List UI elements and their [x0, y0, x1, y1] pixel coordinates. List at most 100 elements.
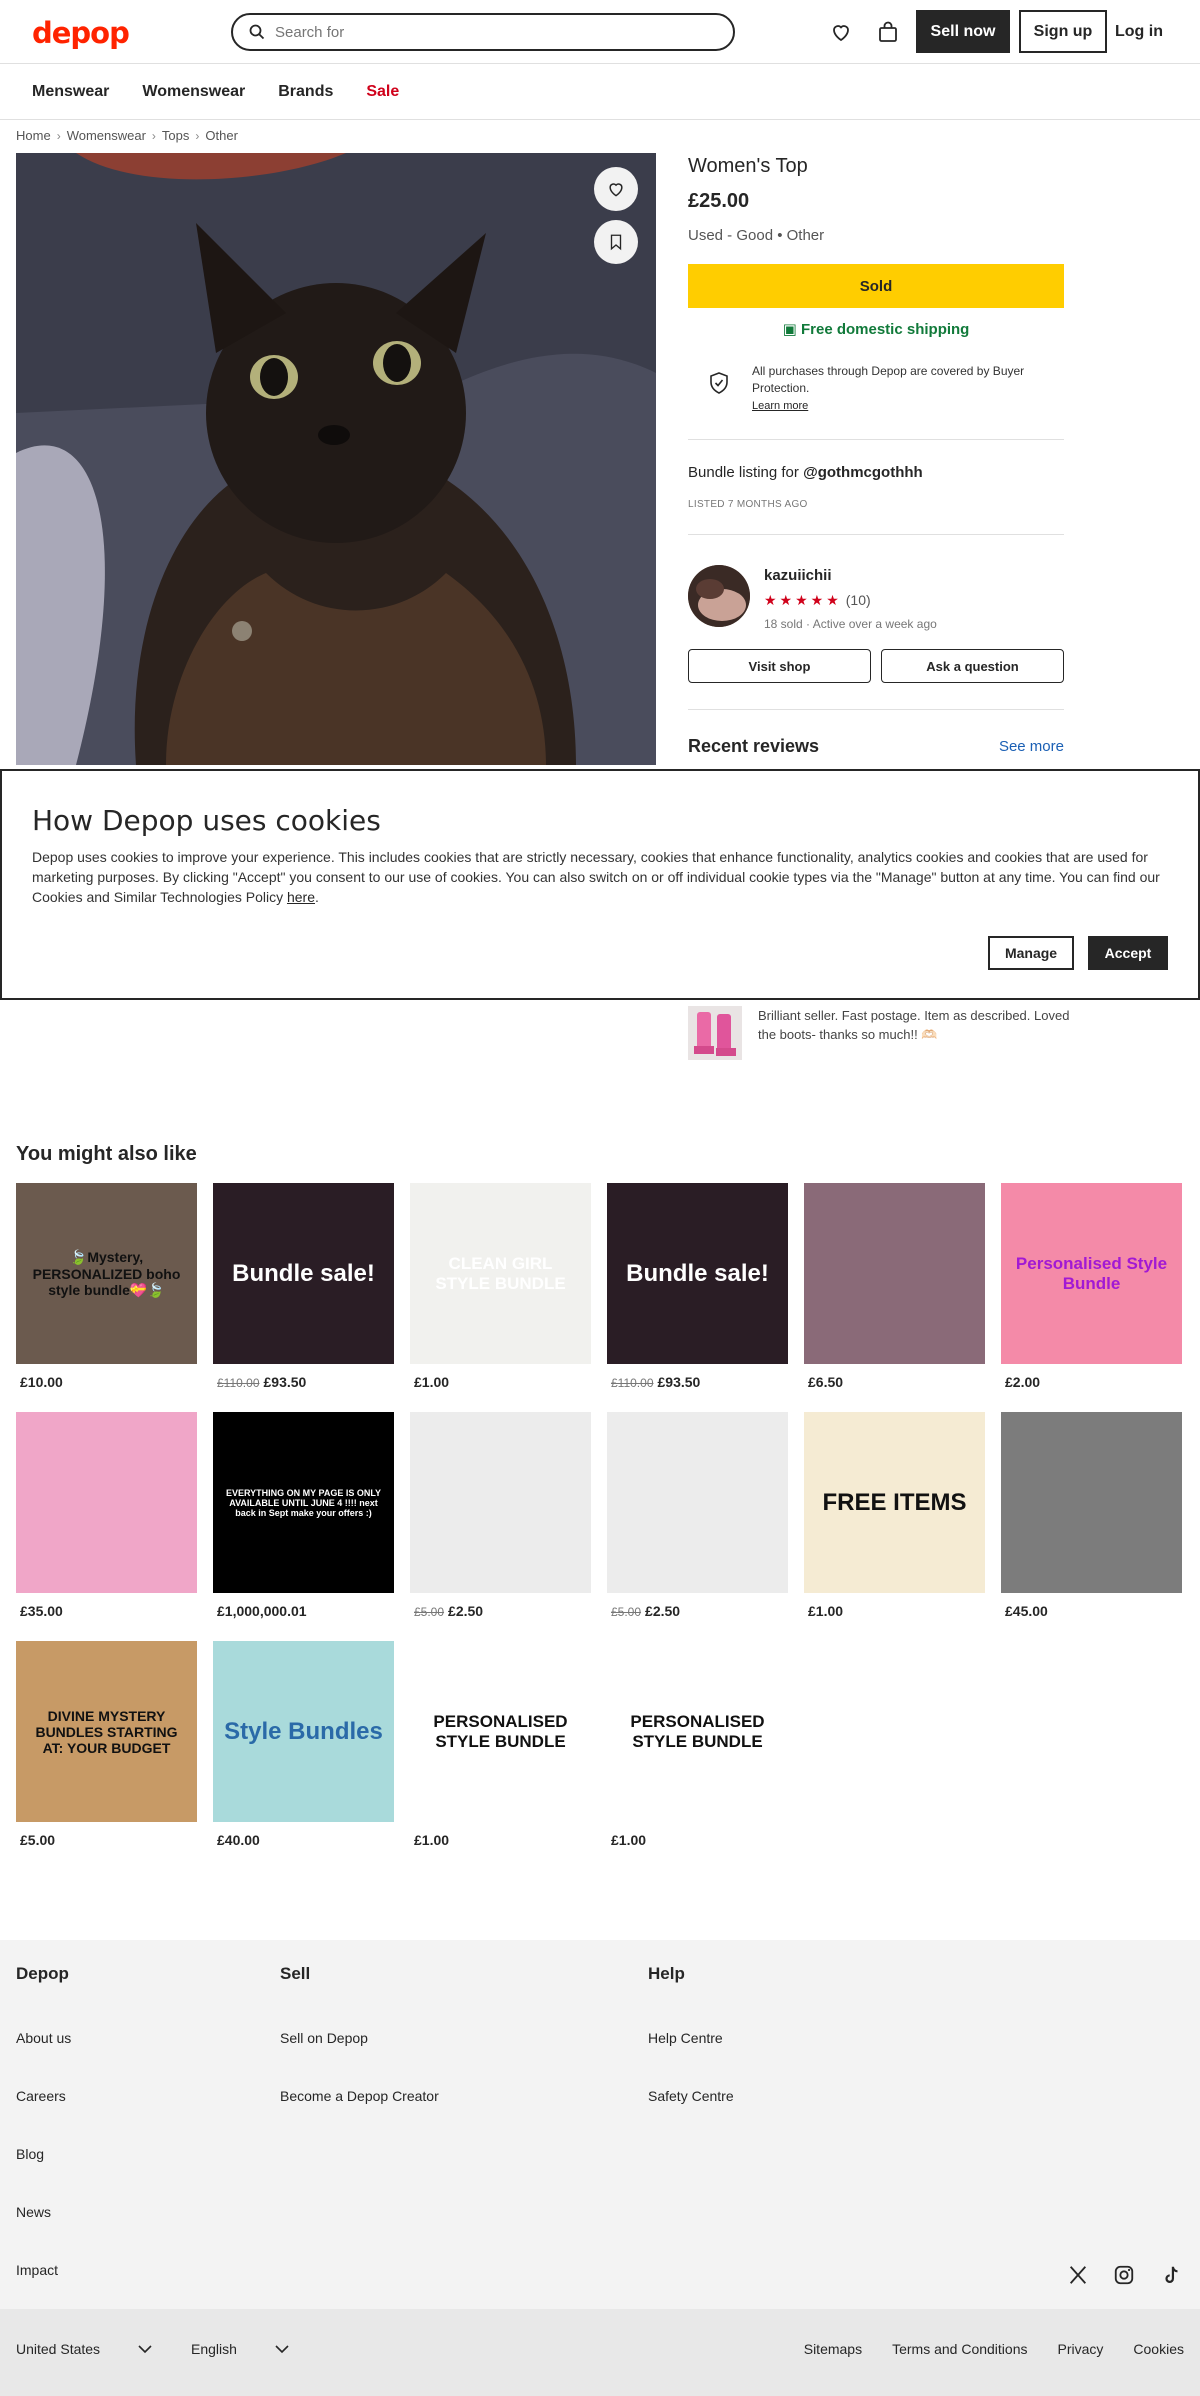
depop-logo[interactable]: depop — [32, 16, 130, 50]
product-card[interactable]: PERSONALISED STYLE BUNDLE £1.00 — [410, 1641, 591, 1870]
bundle-listing: Bundle listing for @gothmcgothhh — [688, 464, 1064, 481]
free-shipping: ▣ Free domestic shipping — [688, 320, 1064, 338]
footer-link[interactable]: About us — [16, 2030, 71, 2046]
learn-more-link[interactable]: Learn more — [752, 400, 808, 412]
see-more-link[interactable]: See more — [999, 738, 1064, 755]
log-in-button[interactable]: Log in — [1113, 10, 1165, 53]
breadcrumb-home[interactable]: Home — [16, 128, 51, 143]
footer-link[interactable]: Blog — [16, 2146, 71, 2162]
product-card[interactable]: EVERYTHING ON MY PAGE IS ONLY AVAILABLE … — [213, 1412, 394, 1641]
reviews-header: Recent reviews See more — [688, 736, 1064, 757]
product-card[interactable]: DIVINE MYSTERY BUNDLES STARTING AT: YOUR… — [16, 1641, 197, 1870]
product-card[interactable]: Style Bundles £40.00 — [213, 1641, 394, 1870]
top-bar: depop Sell now Sign up Log in — [0, 0, 1200, 64]
footer-link[interactable]: Sell on Depop — [280, 2030, 439, 2046]
product-thumbnail[interactable] — [410, 1412, 591, 1593]
product-thumbnail[interactable]: FREE ITEMS — [804, 1412, 985, 1593]
chevron-down-icon — [275, 2345, 289, 2354]
footer-link[interactable]: News — [16, 2204, 71, 2220]
product-card[interactable]: £35.00 — [16, 1412, 197, 1641]
product-thumbnail[interactable]: CLEAN GIRL STYLE BUNDLE — [410, 1183, 591, 1364]
bundle-user-link[interactable]: @gothmcgothhh — [803, 464, 923, 481]
product-card[interactable]: £5.00 £2.50 — [607, 1412, 788, 1641]
footer-link[interactable]: Help Centre — [648, 2030, 734, 2046]
chevron-down-icon — [138, 2345, 152, 2354]
breadcrumb-womenswear[interactable]: Womenswear — [67, 128, 146, 143]
product-card[interactable]: FREE ITEMS £1.00 — [804, 1412, 985, 1641]
product-thumbnail[interactable]: PERSONALISED STYLE BUNDLE — [607, 1641, 788, 1822]
current-price: £35.00 — [20, 1603, 63, 1619]
sell-now-button[interactable]: Sell now — [916, 10, 1010, 53]
product-card-price: £1,000,000.01 — [213, 1603, 394, 1619]
sign-up-button[interactable]: Sign up — [1019, 10, 1107, 53]
tiktok-icon[interactable] — [1161, 2264, 1183, 2286]
breadcrumb-tops[interactable]: Tops — [162, 128, 189, 143]
product-thumbnail[interactable] — [607, 1412, 788, 1593]
footer-link[interactable]: Safety Centre — [648, 2088, 734, 2104]
like-button[interactable] — [594, 167, 638, 211]
terms-link[interactable]: Terms and Conditions — [892, 2341, 1027, 2357]
footer-link[interactable]: Careers — [16, 2088, 71, 2104]
product-card[interactable]: 🍃Mystery, PERSONALIZED boho style bundle… — [16, 1183, 197, 1412]
save-button[interactable] — [594, 220, 638, 264]
visit-shop-button[interactable]: Visit shop — [688, 649, 871, 683]
product-card[interactable]: Bundle sale! £110.00 £93.50 — [213, 1183, 394, 1412]
box-icon: ▣ — [782, 321, 797, 338]
x-twitter-icon[interactable] — [1067, 2264, 1089, 2286]
thumbnail-caption: 🍃Mystery, PERSONALIZED boho style bundle… — [32, 1248, 181, 1298]
footer-link[interactable]: Impact — [16, 2262, 71, 2278]
nav-sale[interactable]: Sale — [366, 83, 399, 101]
product-card[interactable]: Bundle sale! £110.00 £93.50 — [607, 1183, 788, 1412]
bag-icon[interactable] — [876, 20, 900, 44]
product-thumbnail[interactable] — [1001, 1412, 1182, 1593]
current-price: £2.00 — [1005, 1374, 1041, 1390]
nav-brands[interactable]: Brands — [278, 83, 333, 101]
footer-col-sell: Sell Sell on Depop Become a Depop Creato… — [280, 1964, 439, 2146]
review-item: Brilliant seller. Fast postage. Item as … — [688, 1006, 1078, 1060]
product-thumbnail[interactable]: 🍃Mystery, PERSONALIZED boho style bundle… — [16, 1183, 197, 1364]
thumbnail-caption — [410, 1412, 591, 1593]
instagram-icon[interactable] — [1113, 2264, 1135, 2286]
product-card[interactable]: £6.50 — [804, 1183, 985, 1412]
product-image[interactable] — [16, 153, 656, 765]
product-thumbnail[interactable]: PERSONALISED STYLE BUNDLE — [410, 1641, 591, 1822]
seller-username[interactable]: kazuiichii — [764, 567, 937, 584]
accept-cookies-button[interactable]: Accept — [1088, 936, 1168, 970]
breadcrumb-other[interactable]: Other — [205, 128, 238, 143]
product-thumbnail[interactable]: EVERYTHING ON MY PAGE IS ONLY AVAILABLE … — [213, 1412, 394, 1593]
product-card[interactable]: CLEAN GIRL STYLE BUNDLE £1.00 — [410, 1183, 591, 1412]
nav-womenswear[interactable]: Womenswear — [142, 83, 245, 101]
sitemaps-link[interactable]: Sitemaps — [804, 2341, 862, 2357]
product-thumbnail[interactable] — [804, 1183, 985, 1364]
cookies-link[interactable]: Cookies — [1133, 2341, 1184, 2357]
product-thumbnail[interactable]: DIVINE MYSTERY BUNDLES STARTING AT: YOUR… — [16, 1641, 197, 1822]
current-price: £45.00 — [1005, 1603, 1048, 1619]
product-card[interactable]: £5.00 £2.50 — [410, 1412, 591, 1641]
product-card[interactable]: Personalised Style Bundle £2.00 — [1001, 1183, 1182, 1412]
thumbnail-caption: EVERYTHING ON MY PAGE IS ONLY AVAILABLE … — [225, 1487, 382, 1518]
privacy-link[interactable]: Privacy — [1058, 2341, 1104, 2357]
product-thumbnail[interactable]: Bundle sale! — [607, 1183, 788, 1364]
cookie-policy-link[interactable]: here — [287, 889, 315, 905]
sold-button[interactable]: Sold — [688, 264, 1064, 308]
ask-question-button[interactable]: Ask a question — [881, 649, 1064, 683]
product-card[interactable]: PERSONALISED STYLE BUNDLE £1.00 — [607, 1641, 788, 1870]
search-input[interactable] — [275, 23, 695, 41]
nav-menswear[interactable]: Menswear — [32, 83, 109, 101]
thumbnail-caption: DIVINE MYSTERY BUNDLES STARTING AT: YOUR… — [35, 1707, 178, 1756]
product-card[interactable]: £45.00 — [1001, 1412, 1182, 1641]
product-price: £25.00 — [688, 190, 750, 212]
manage-cookies-button[interactable]: Manage — [988, 936, 1074, 970]
product-card-price: £45.00 — [1001, 1603, 1182, 1619]
language-select[interactable]: English — [191, 2341, 289, 2357]
seller-avatar[interactable] — [688, 565, 750, 627]
product-thumbnail[interactable]: Personalised Style Bundle — [1001, 1183, 1182, 1364]
heart-icon[interactable] — [829, 20, 853, 44]
product-thumbnail[interactable] — [16, 1412, 197, 1593]
search-bar[interactable] — [231, 13, 735, 51]
country-select[interactable]: United States — [16, 2341, 152, 2357]
footer-link[interactable]: Become a Depop Creator — [280, 2088, 439, 2104]
review-image[interactable] — [688, 1006, 742, 1060]
product-thumbnail[interactable]: Bundle sale! — [213, 1183, 394, 1364]
product-thumbnail[interactable]: Style Bundles — [213, 1641, 394, 1822]
